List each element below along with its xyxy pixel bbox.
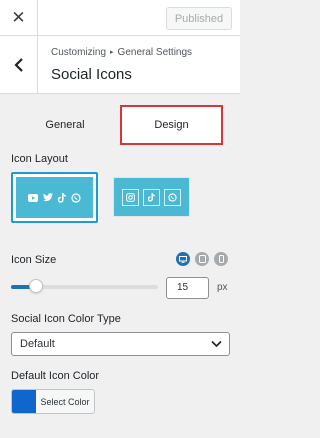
select-color-label: Select Color [40,396,90,407]
icon-size-slider-thumb[interactable] [28,279,43,293]
tiktok-icon [148,192,155,202]
instagram-icon-box [122,188,139,206]
icon-size-input[interactable]: 15 [166,277,209,299]
color-type-select[interactable]: Default [11,332,230,356]
layout-option-outlined[interactable] [113,177,190,217]
publish-button[interactable]: Published [166,7,232,30]
icon-layout-label: Icon Layout [11,153,68,165]
tab-general[interactable]: General [10,103,120,147]
panel-bottom [0,425,240,438]
panel-title: Social Icons [51,66,132,83]
twitter-icon [43,193,53,202]
close-button[interactable]: ✕ [0,0,38,36]
chevron-down-icon [211,340,222,348]
device-tablet-button[interactable] [195,252,209,266]
whatsapp-icon [71,192,81,203]
panel-header: Customizing ▸ General Settings Social Icon… [0,36,240,94]
icon-size-unit: px [217,282,228,293]
tiktok-icon [58,192,66,203]
mobile-icon [218,255,224,263]
color-swatch [12,390,36,413]
color-type-label: Social Icon Color Type [11,313,121,325]
select-color-button[interactable]: Select Color [11,389,95,414]
breadcrumb-root: Customizing [51,47,107,58]
instagram-icon [126,192,135,202]
tab-design[interactable]: Design [120,105,223,145]
tiktok-icon-box [143,188,160,206]
default-color-label: Default Icon Color [11,370,100,382]
breadcrumb-section: General Settings [117,47,193,58]
breadcrumb-separator-icon: ▸ [110,49,114,56]
icon-size-label: Icon Size [11,254,57,266]
color-type-value: Default [20,338,55,350]
layout-preview-filled [16,177,93,218]
back-button[interactable] [0,36,38,94]
breadcrumb: Customizing ▸ General Settings [51,47,192,58]
customizer-topbar: ✕ Published [0,0,240,36]
device-desktop-button[interactable] [176,252,190,266]
whatsapp-icon [168,192,177,202]
whatsapp-icon-box [164,188,181,206]
tab-bar: General Design [0,103,240,147]
close-icon: ✕ [11,8,26,27]
layout-option-filled[interactable] [11,172,98,223]
tablet-icon [198,255,206,263]
youtube-icon [28,193,38,202]
chevron-left-icon [13,58,23,72]
desktop-icon [179,255,187,263]
device-mobile-button[interactable] [214,252,228,266]
